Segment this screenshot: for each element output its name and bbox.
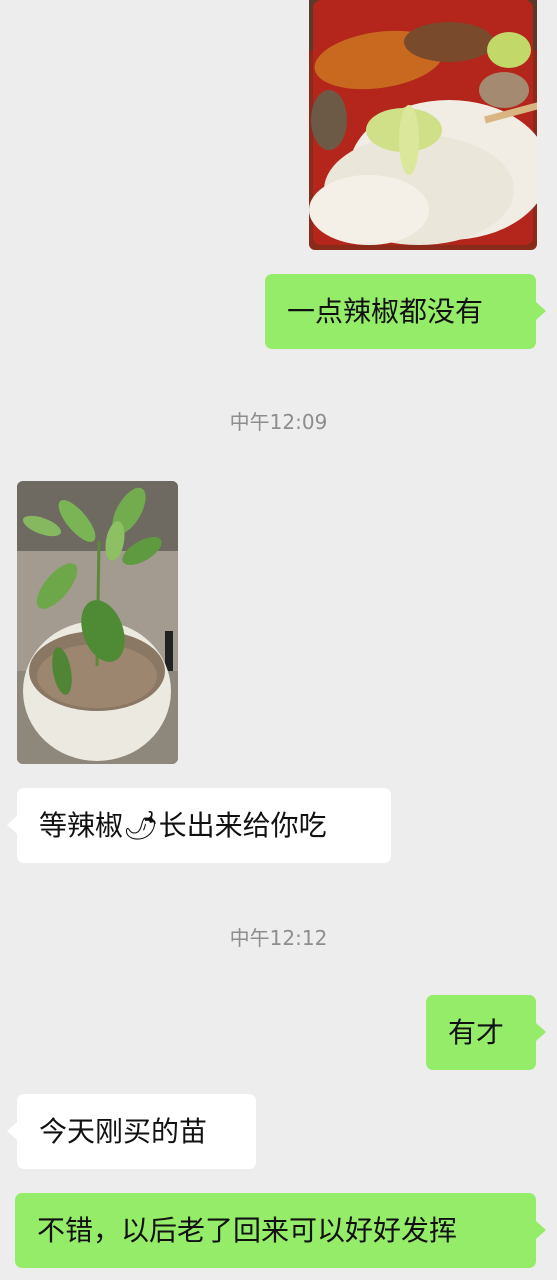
potted-pepper-seedling-image	[17, 481, 178, 764]
message-text: 等辣椒	[39, 809, 124, 842]
bubble-tail	[7, 816, 17, 834]
bubble-tail	[536, 1221, 546, 1239]
bubble-tail	[536, 302, 546, 320]
message-text: 有才	[448, 1016, 505, 1049]
incoming-message-bubble[interactable]: 今天刚买的苗	[17, 1094, 256, 1169]
bubble-tail	[7, 1122, 17, 1140]
message-text: 不错，以后老了回来可以好好发挥	[37, 1214, 458, 1247]
food-photo-message[interactable]	[309, 0, 537, 250]
message-text: 今天刚买的苗	[39, 1115, 208, 1148]
bubble-tail	[536, 1023, 546, 1041]
bento-rice-fish-image	[309, 0, 537, 250]
plant-photo-message[interactable]	[17, 481, 178, 764]
timestamp: 中午12:09	[229, 410, 328, 434]
chili-pepper-emoji-icon: 🌶	[123, 809, 159, 842]
message-text: 长出来给你吃	[158, 809, 327, 842]
message-text: 一点辣椒都没有	[287, 295, 484, 328]
incoming-message-bubble[interactable]: 等辣椒🌶长出来给你吃	[17, 788, 391, 863]
outgoing-message-bubble[interactable]: 不错，以后老了回来可以好好发挥	[15, 1193, 536, 1268]
outgoing-message-bubble[interactable]: 一点辣椒都没有	[265, 274, 536, 349]
outgoing-message-bubble[interactable]: 有才	[426, 995, 536, 1070]
timestamp: 中午12:12	[229, 926, 328, 950]
